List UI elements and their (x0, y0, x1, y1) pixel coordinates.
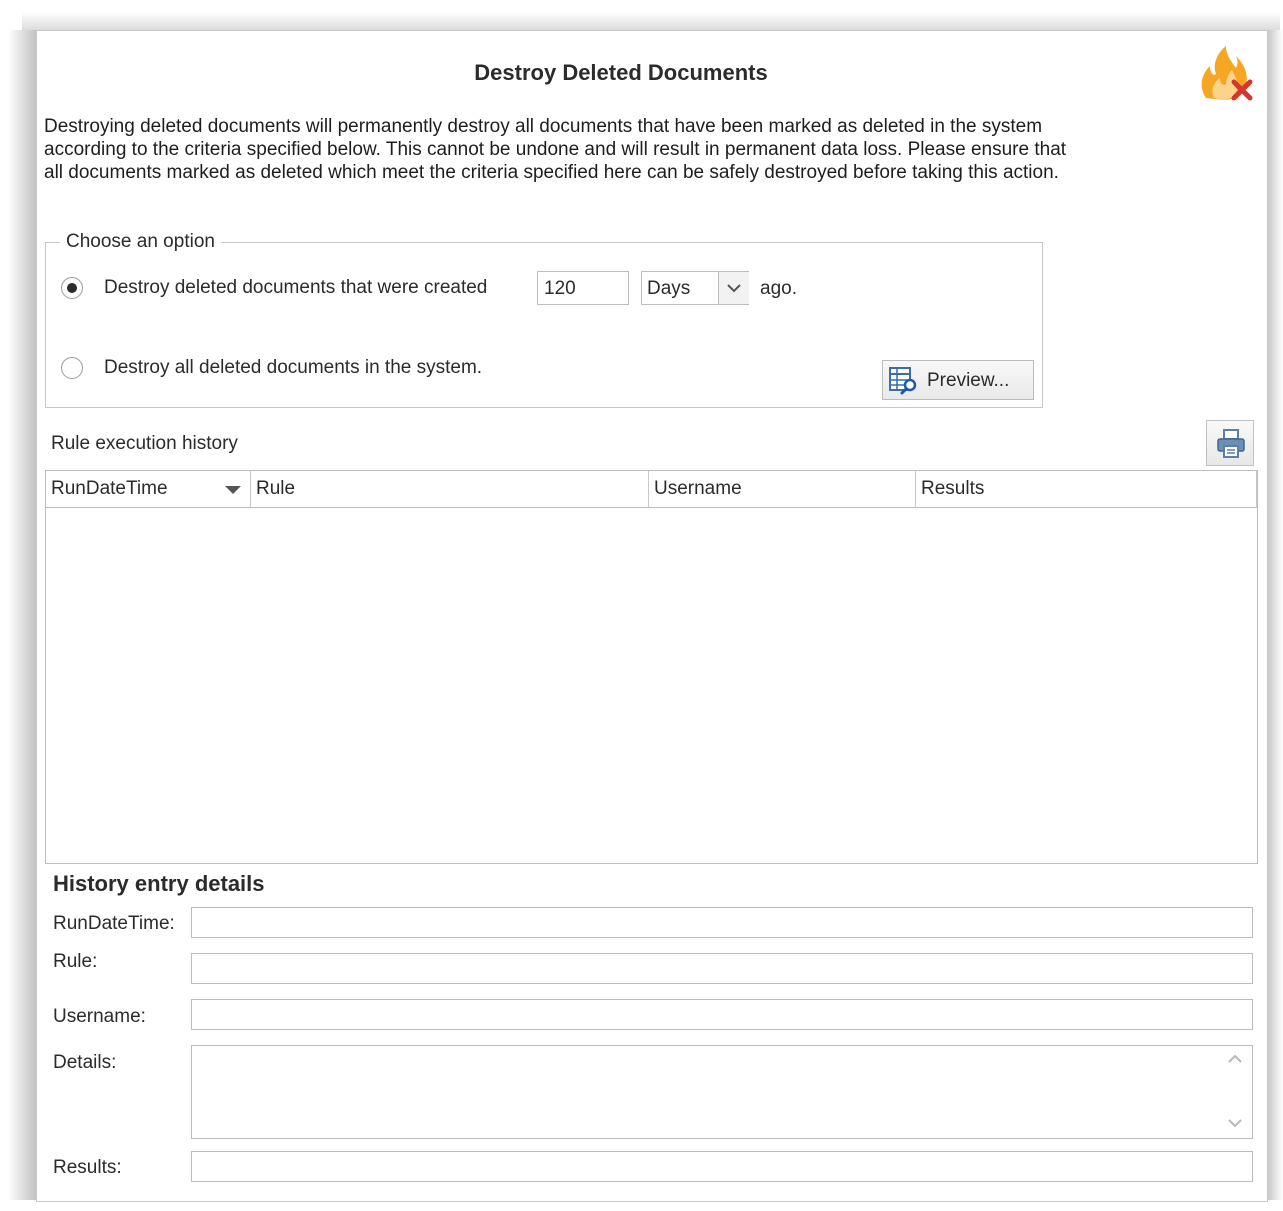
details-text (192, 1046, 1192, 1136)
column-header-label: Username (654, 478, 742, 499)
history-section-label: Rule execution history (51, 433, 238, 454)
username-label: Username: (53, 1006, 146, 1027)
preview-button[interactable]: Preview... (882, 360, 1034, 400)
chevron-down-icon (727, 284, 741, 293)
results-field[interactable] (191, 1151, 1253, 1182)
radio-selected-dot (67, 283, 77, 293)
window-shadow-top (22, 12, 1280, 32)
sort-descending-icon (225, 486, 241, 494)
results-label: Results: (53, 1157, 122, 1178)
printer-icon (1217, 429, 1245, 458)
column-header-label: Results (921, 478, 985, 499)
flame-delete-icon (1201, 46, 1253, 101)
details-textarea[interactable] (191, 1045, 1253, 1139)
rundatetime-field[interactable] (191, 907, 1253, 938)
history-grid[interactable]: RunDateTime Rule Username Results (45, 470, 1258, 864)
rundatetime-label: RunDateTime: (53, 913, 175, 934)
age-suffix-label: ago. (760, 278, 797, 299)
window-shadow-right (1268, 30, 1283, 1200)
details-section-title: History entry details (53, 871, 265, 896)
dialog-title: Destroy Deleted Documents (474, 60, 768, 85)
age-unit-dropdown[interactable]: Days (641, 271, 749, 305)
column-header-rule[interactable]: Rule (251, 471, 649, 507)
rule-label: Rule: (53, 951, 98, 972)
column-header-username[interactable]: Username (649, 471, 916, 507)
age-amount-input[interactable]: 120 (537, 271, 629, 305)
scroll-up-icon[interactable] (1224, 1052, 1246, 1066)
table-search-icon (889, 367, 917, 395)
column-header-label: Rule (256, 478, 296, 499)
username-field[interactable] (191, 999, 1253, 1030)
print-button[interactable] (1206, 420, 1254, 466)
intro-text: Destroying deleted documents will perman… (44, 116, 1067, 183)
rule-field[interactable] (191, 953, 1253, 984)
grid-header: RunDateTime Rule Username Results (46, 471, 1257, 508)
column-header-rundatetime[interactable]: RunDateTime (46, 471, 251, 507)
option-by-age-label: Destroy deleted documents that were crea… (104, 277, 488, 298)
radio-destroy-all[interactable] (61, 357, 83, 379)
option-group-label: Choose an option (60, 231, 221, 253)
preview-button-label: Preview... (927, 370, 1010, 391)
radio-destroy-by-age[interactable] (61, 277, 83, 299)
window-shadow-left (8, 30, 36, 1200)
column-header-results[interactable]: Results (916, 471, 1257, 507)
option-destroy-all-label: Destroy all deleted documents in the sys… (104, 357, 483, 378)
dropdown-button[interactable] (718, 272, 749, 304)
column-header-label: RunDateTime (51, 478, 168, 499)
scroll-down-icon[interactable] (1224, 1116, 1246, 1130)
age-unit-value: Days (647, 278, 691, 299)
details-label: Details: (53, 1052, 117, 1073)
